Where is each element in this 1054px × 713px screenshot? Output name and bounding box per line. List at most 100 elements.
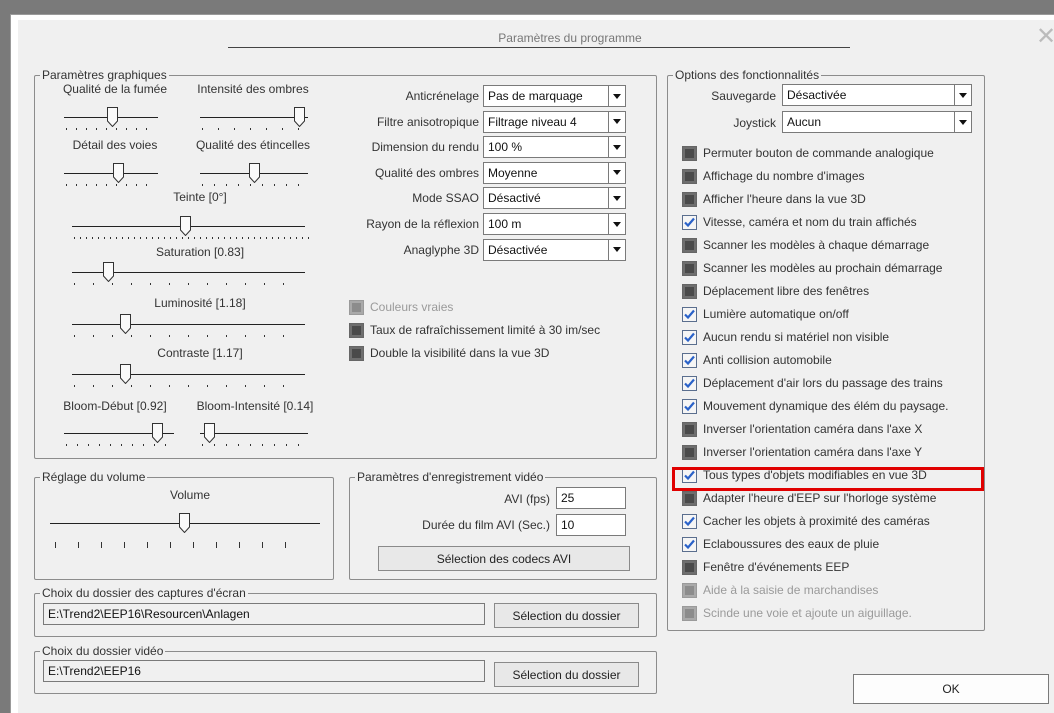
tick-mark bbox=[150, 283, 151, 285]
select-value: 100 m bbox=[488, 217, 522, 231]
checkbox-row[interactable]: Vitesse, caméra et nom du train affichés bbox=[682, 212, 917, 232]
checkbox-row[interactable]: Mouvement dynamique des élém du paysage. bbox=[682, 396, 948, 416]
checkbox-label: Aide à la saisie de marchandises bbox=[703, 583, 879, 597]
checkbox-icon[interactable] bbox=[682, 145, 697, 161]
backup-select[interactable]: Désactivée bbox=[782, 84, 972, 106]
checkbox-icon[interactable] bbox=[682, 421, 697, 437]
chevron-down-icon bbox=[613, 119, 621, 125]
screenshot-folder-path[interactable]: E:\Trend2\EEP16\Resourcen\Anlagen bbox=[43, 603, 485, 625]
graphics-select[interactable]: Filtrage niveau 4 bbox=[483, 110, 626, 133]
checkbox-checked-icon[interactable] bbox=[682, 306, 697, 322]
tick-mark bbox=[146, 184, 147, 186]
slider-thumb[interactable] bbox=[152, 423, 163, 443]
video-folder-button[interactable]: Sélection du dossier bbox=[494, 662, 639, 687]
slider-thumb[interactable] bbox=[120, 314, 131, 334]
backup-dropdown-button[interactable] bbox=[954, 85, 971, 105]
checkbox-icon[interactable] bbox=[682, 168, 697, 184]
checkbox-checked-icon[interactable] bbox=[682, 375, 697, 391]
checkbox-icon[interactable] bbox=[682, 605, 697, 621]
checkbox-row[interactable]: Double la visibilité dans la vue 3D bbox=[349, 343, 549, 363]
checkbox-row[interactable]: Eclaboussures des eaux de pluie bbox=[682, 534, 879, 554]
select-value: Désactivée bbox=[488, 242, 548, 257]
slider-thumb[interactable] bbox=[249, 163, 260, 183]
checkbox-row[interactable]: Taux de rafraîchissement limité à 30 im/… bbox=[349, 320, 600, 340]
checkbox-checked-icon[interactable] bbox=[682, 398, 697, 414]
joystick-select[interactable]: Aucun bbox=[782, 111, 972, 133]
checkbox-row[interactable]: Déplacement libre des fenêtres bbox=[682, 281, 869, 301]
slider-thumb[interactable] bbox=[204, 423, 215, 443]
close-icon[interactable]: ✕ bbox=[1036, 22, 1054, 50]
slider-thumb[interactable] bbox=[107, 107, 118, 127]
checkbox-icon[interactable] bbox=[349, 345, 364, 361]
checkbox-icon[interactable] bbox=[349, 299, 364, 315]
checkbox-checked-icon[interactable] bbox=[682, 214, 697, 230]
checkbox-icon[interactable] bbox=[682, 444, 697, 460]
dropdown-button[interactable] bbox=[608, 214, 625, 234]
avi-fps-input[interactable]: 25 bbox=[556, 487, 626, 509]
joystick-dropdown-button[interactable] bbox=[954, 112, 971, 132]
checkbox-icon[interactable] bbox=[682, 191, 697, 207]
checkbox-row[interactable]: Déplacement d'air lors du passage des tr… bbox=[682, 373, 943, 393]
tick-mark bbox=[106, 184, 107, 186]
chevron-down-icon bbox=[959, 92, 967, 98]
checkbox-checked-icon[interactable] bbox=[682, 352, 697, 368]
slider-thumb[interactable] bbox=[120, 364, 131, 384]
tick-mark bbox=[106, 128, 107, 130]
checkbox-row[interactable]: Aide à la saisie de marchandises bbox=[682, 580, 878, 600]
checkbox-icon[interactable] bbox=[682, 260, 697, 276]
checkbox-row[interactable]: Aucun rendu si matériel non visible bbox=[682, 327, 889, 347]
graphics-select[interactable]: Moyenne bbox=[483, 161, 626, 184]
graphics-select[interactable]: Désactivée bbox=[483, 238, 626, 261]
checkbox-icon[interactable] bbox=[682, 283, 697, 299]
tick-mark bbox=[286, 184, 287, 186]
tick-mark bbox=[116, 128, 117, 130]
checkbox-row[interactable]: Fenêtre d'événements EEP bbox=[682, 557, 849, 577]
tick-mark bbox=[262, 444, 263, 446]
checkbox-row[interactable]: Couleurs vraies bbox=[349, 297, 453, 317]
checkbox-row[interactable]: Cacher les objets à proximité des caméra… bbox=[682, 511, 930, 531]
checkbox-fill bbox=[352, 348, 361, 358]
video-folder-path[interactable]: E:\Trend2\EEP16 bbox=[43, 660, 485, 682]
graphics-select[interactable]: Désactivé bbox=[483, 187, 626, 210]
slider-thumb[interactable] bbox=[103, 262, 114, 282]
tick-mark bbox=[146, 128, 147, 130]
checkbox-row[interactable]: Inverser l'orientation caméra dans l'axe… bbox=[682, 419, 922, 439]
tick-mark bbox=[264, 335, 265, 337]
ok-button[interactable]: OK bbox=[853, 674, 1049, 704]
checkbox-row[interactable]: Scanner les modèles au prochain démarrag… bbox=[682, 258, 942, 278]
checkbox-row[interactable]: Permuter bouton de commande analogique bbox=[682, 143, 934, 163]
dropdown-button[interactable] bbox=[608, 86, 625, 106]
checkbox-icon[interactable] bbox=[682, 237, 697, 253]
dropdown-button[interactable] bbox=[608, 137, 625, 158]
checkbox-row[interactable]: Anti collision automobile bbox=[682, 350, 832, 370]
slider-thumb[interactable] bbox=[180, 216, 191, 236]
avi-duration-input[interactable]: 10 bbox=[556, 514, 626, 536]
checkbox-row[interactable]: Afficher l'heure dans la vue 3D bbox=[682, 189, 866, 209]
avi-codec-button[interactable]: Sélection des codecs AVI bbox=[378, 546, 630, 571]
tick-mark bbox=[116, 237, 117, 239]
checkbox-row[interactable]: Lumière automatique on/off bbox=[682, 304, 849, 324]
checkbox-checked-icon[interactable] bbox=[682, 329, 697, 345]
checkbox-checked-icon[interactable] bbox=[682, 513, 697, 529]
tick-mark bbox=[226, 444, 227, 446]
checkbox-row[interactable]: Affichage du nombre d'images bbox=[682, 166, 865, 186]
dropdown-button[interactable] bbox=[608, 162, 625, 183]
checkbox-icon[interactable] bbox=[682, 559, 697, 575]
checkbox-row[interactable]: Scinde une voie et ajoute un aiguillage. bbox=[682, 603, 912, 623]
checkbox-icon[interactable] bbox=[349, 322, 364, 338]
slider-thumb[interactable] bbox=[294, 107, 305, 127]
checkbox-checked-icon[interactable] bbox=[682, 536, 697, 552]
screenshot-folder-button[interactable]: Sélection du dossier bbox=[494, 603, 639, 628]
graphics-select[interactable]: 100 m bbox=[483, 213, 626, 235]
dropdown-button[interactable] bbox=[608, 111, 625, 132]
checkbox-icon[interactable] bbox=[682, 582, 697, 598]
checkbox-icon[interactable] bbox=[682, 490, 697, 506]
checkbox-row[interactable]: Scanner les modèles à chaque démarrage bbox=[682, 235, 929, 255]
graphics-select[interactable]: Pas de marquage bbox=[483, 85, 626, 107]
checkbox-row[interactable]: Inverser l'orientation caméra dans l'axe… bbox=[682, 442, 922, 462]
slider-thumb[interactable] bbox=[113, 163, 124, 183]
dropdown-button[interactable] bbox=[608, 188, 625, 209]
dropdown-button[interactable] bbox=[608, 239, 625, 260]
checkbox-row[interactable]: Adapter l'heure d'EEP sur l'horloge syst… bbox=[682, 488, 936, 508]
graphics-select[interactable]: 100 % bbox=[483, 136, 626, 159]
